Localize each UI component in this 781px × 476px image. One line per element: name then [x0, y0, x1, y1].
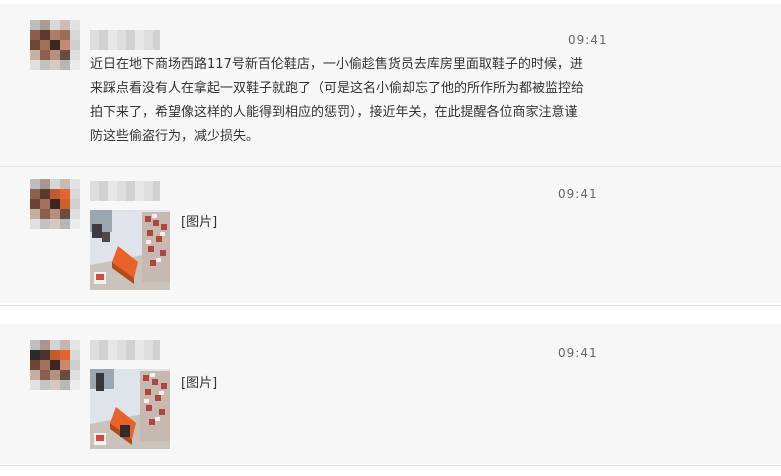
cctv-image-thumbnail[interactable] [90, 369, 170, 449]
avatar[interactable] [30, 340, 80, 390]
message-text: 近日在地下商场西路117号新百伦鞋店，一小偷趁售货员去库房里面取鞋子的时候，进来… [90, 57, 585, 144]
message-time: 09:41 [558, 346, 598, 360]
message-time: 09:41 [558, 187, 598, 201]
avatar[interactable] [30, 20, 80, 70]
sender-name-blurred[interactable] [90, 30, 160, 50]
message-time: 09:41 [568, 33, 608, 47]
image-placeholder-label: [图片] [181, 215, 218, 230]
divider [0, 305, 781, 306]
avatar[interactable] [30, 179, 80, 229]
sender-name-blurred[interactable] [90, 340, 160, 360]
chat-message: 09:41 [图片] [0, 167, 781, 303]
chat-message: 09:41 [图片] [0, 324, 781, 464]
sender-name-blurred[interactable] [90, 181, 160, 201]
chat-message: 09:41 近日在地下商场西路117号新百伦鞋店，一小偷趁售货员去库房里面取鞋子… [0, 4, 781, 166]
cctv-image-thumbnail[interactable] [90, 210, 170, 290]
image-placeholder-label: [图片] [181, 376, 218, 391]
divider [0, 465, 781, 466]
